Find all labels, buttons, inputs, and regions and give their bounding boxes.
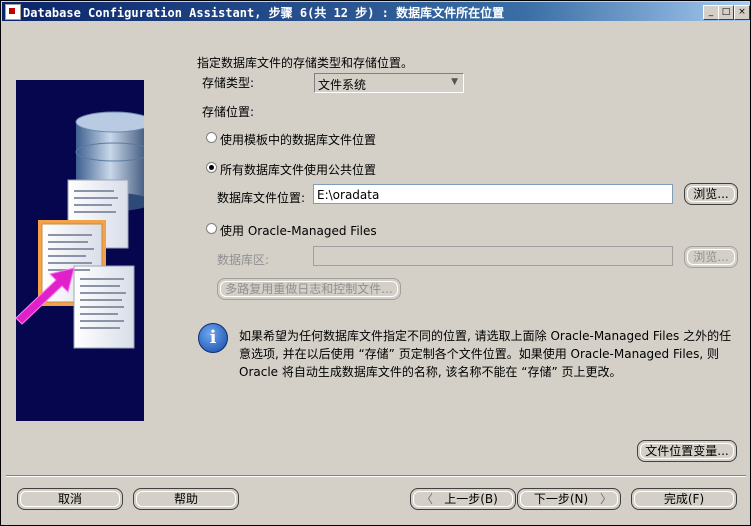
app-icon — [5, 4, 21, 20]
browse-button-disabled[interactable]: 浏览... — [684, 246, 738, 268]
database-illustration — [16, 80, 144, 421]
db-file-location-label: 数据库文件位置: — [217, 191, 306, 205]
file-location-variables-button[interactable]: 文件位置变量... — [637, 440, 737, 462]
db-file-location-value: E:\oradata — [317, 188, 380, 202]
finish-button[interactable]: 完成(F) — [631, 488, 737, 510]
option-template-label[interactable]: 使用模板中的数据库文件位置 — [220, 131, 376, 148]
storage-type-label: 存储类型: — [202, 76, 255, 90]
browse-button[interactable]: 浏览... — [684, 183, 738, 205]
minimize-button[interactable]: _ — [703, 5, 719, 20]
help-button[interactable]: 帮助 — [133, 488, 239, 510]
window-title: Database Configuration Assistant, 步骤 6(共… — [23, 6, 505, 20]
option-common-label[interactable]: 所有数据库文件使用公共位置 — [220, 161, 376, 178]
next-button[interactable]: 下一步(N) 〉 — [517, 488, 621, 510]
close-button[interactable]: × — [734, 5, 750, 20]
info-icon: i — [198, 323, 228, 353]
storage-type-select[interactable]: 文件系统 ▼ — [314, 73, 464, 93]
title-bar: Database Configuration Assistant, 步骤 6(共… — [2, 2, 750, 21]
db-area-input[interactable] — [313, 246, 673, 266]
option-omf-label[interactable]: 使用 Oracle-Managed Files — [220, 222, 377, 239]
db-area-label: 数据库区: — [217, 253, 270, 267]
storage-type-value: 文件系统 — [318, 78, 367, 92]
storage-location-label: 存储位置: — [202, 105, 255, 119]
db-file-location-input[interactable]: E:\oradata — [313, 184, 673, 204]
info-message: 如果希望为任何数据库文件指定不同的位置, 请选取上面除 Oracle-Manag… — [239, 329, 732, 379]
radio-common-location[interactable] — [206, 162, 217, 173]
intro-text: 指定数据库文件的存储类型和存储位置。 — [197, 56, 414, 70]
chevron-right-icon: 〉 — [599, 492, 612, 506]
maximize-button[interactable]: □ — [718, 5, 734, 20]
footer-divider — [6, 475, 746, 477]
cancel-button[interactable]: 取消 — [17, 488, 123, 510]
dbca-window: Database Configuration Assistant, 步骤 6(共… — [0, 0, 751, 526]
radio-oracle-managed[interactable] — [206, 223, 217, 234]
chevron-left-icon: 〈 — [421, 492, 434, 506]
radio-template-location[interactable] — [206, 132, 217, 143]
multiplex-logs-button[interactable]: 多路复用重做日志和控制文件... — [217, 278, 401, 300]
back-button[interactable]: 〈 上一步(B) — [410, 488, 516, 510]
dropdown-arrow-icon: ▼ — [451, 77, 458, 87]
